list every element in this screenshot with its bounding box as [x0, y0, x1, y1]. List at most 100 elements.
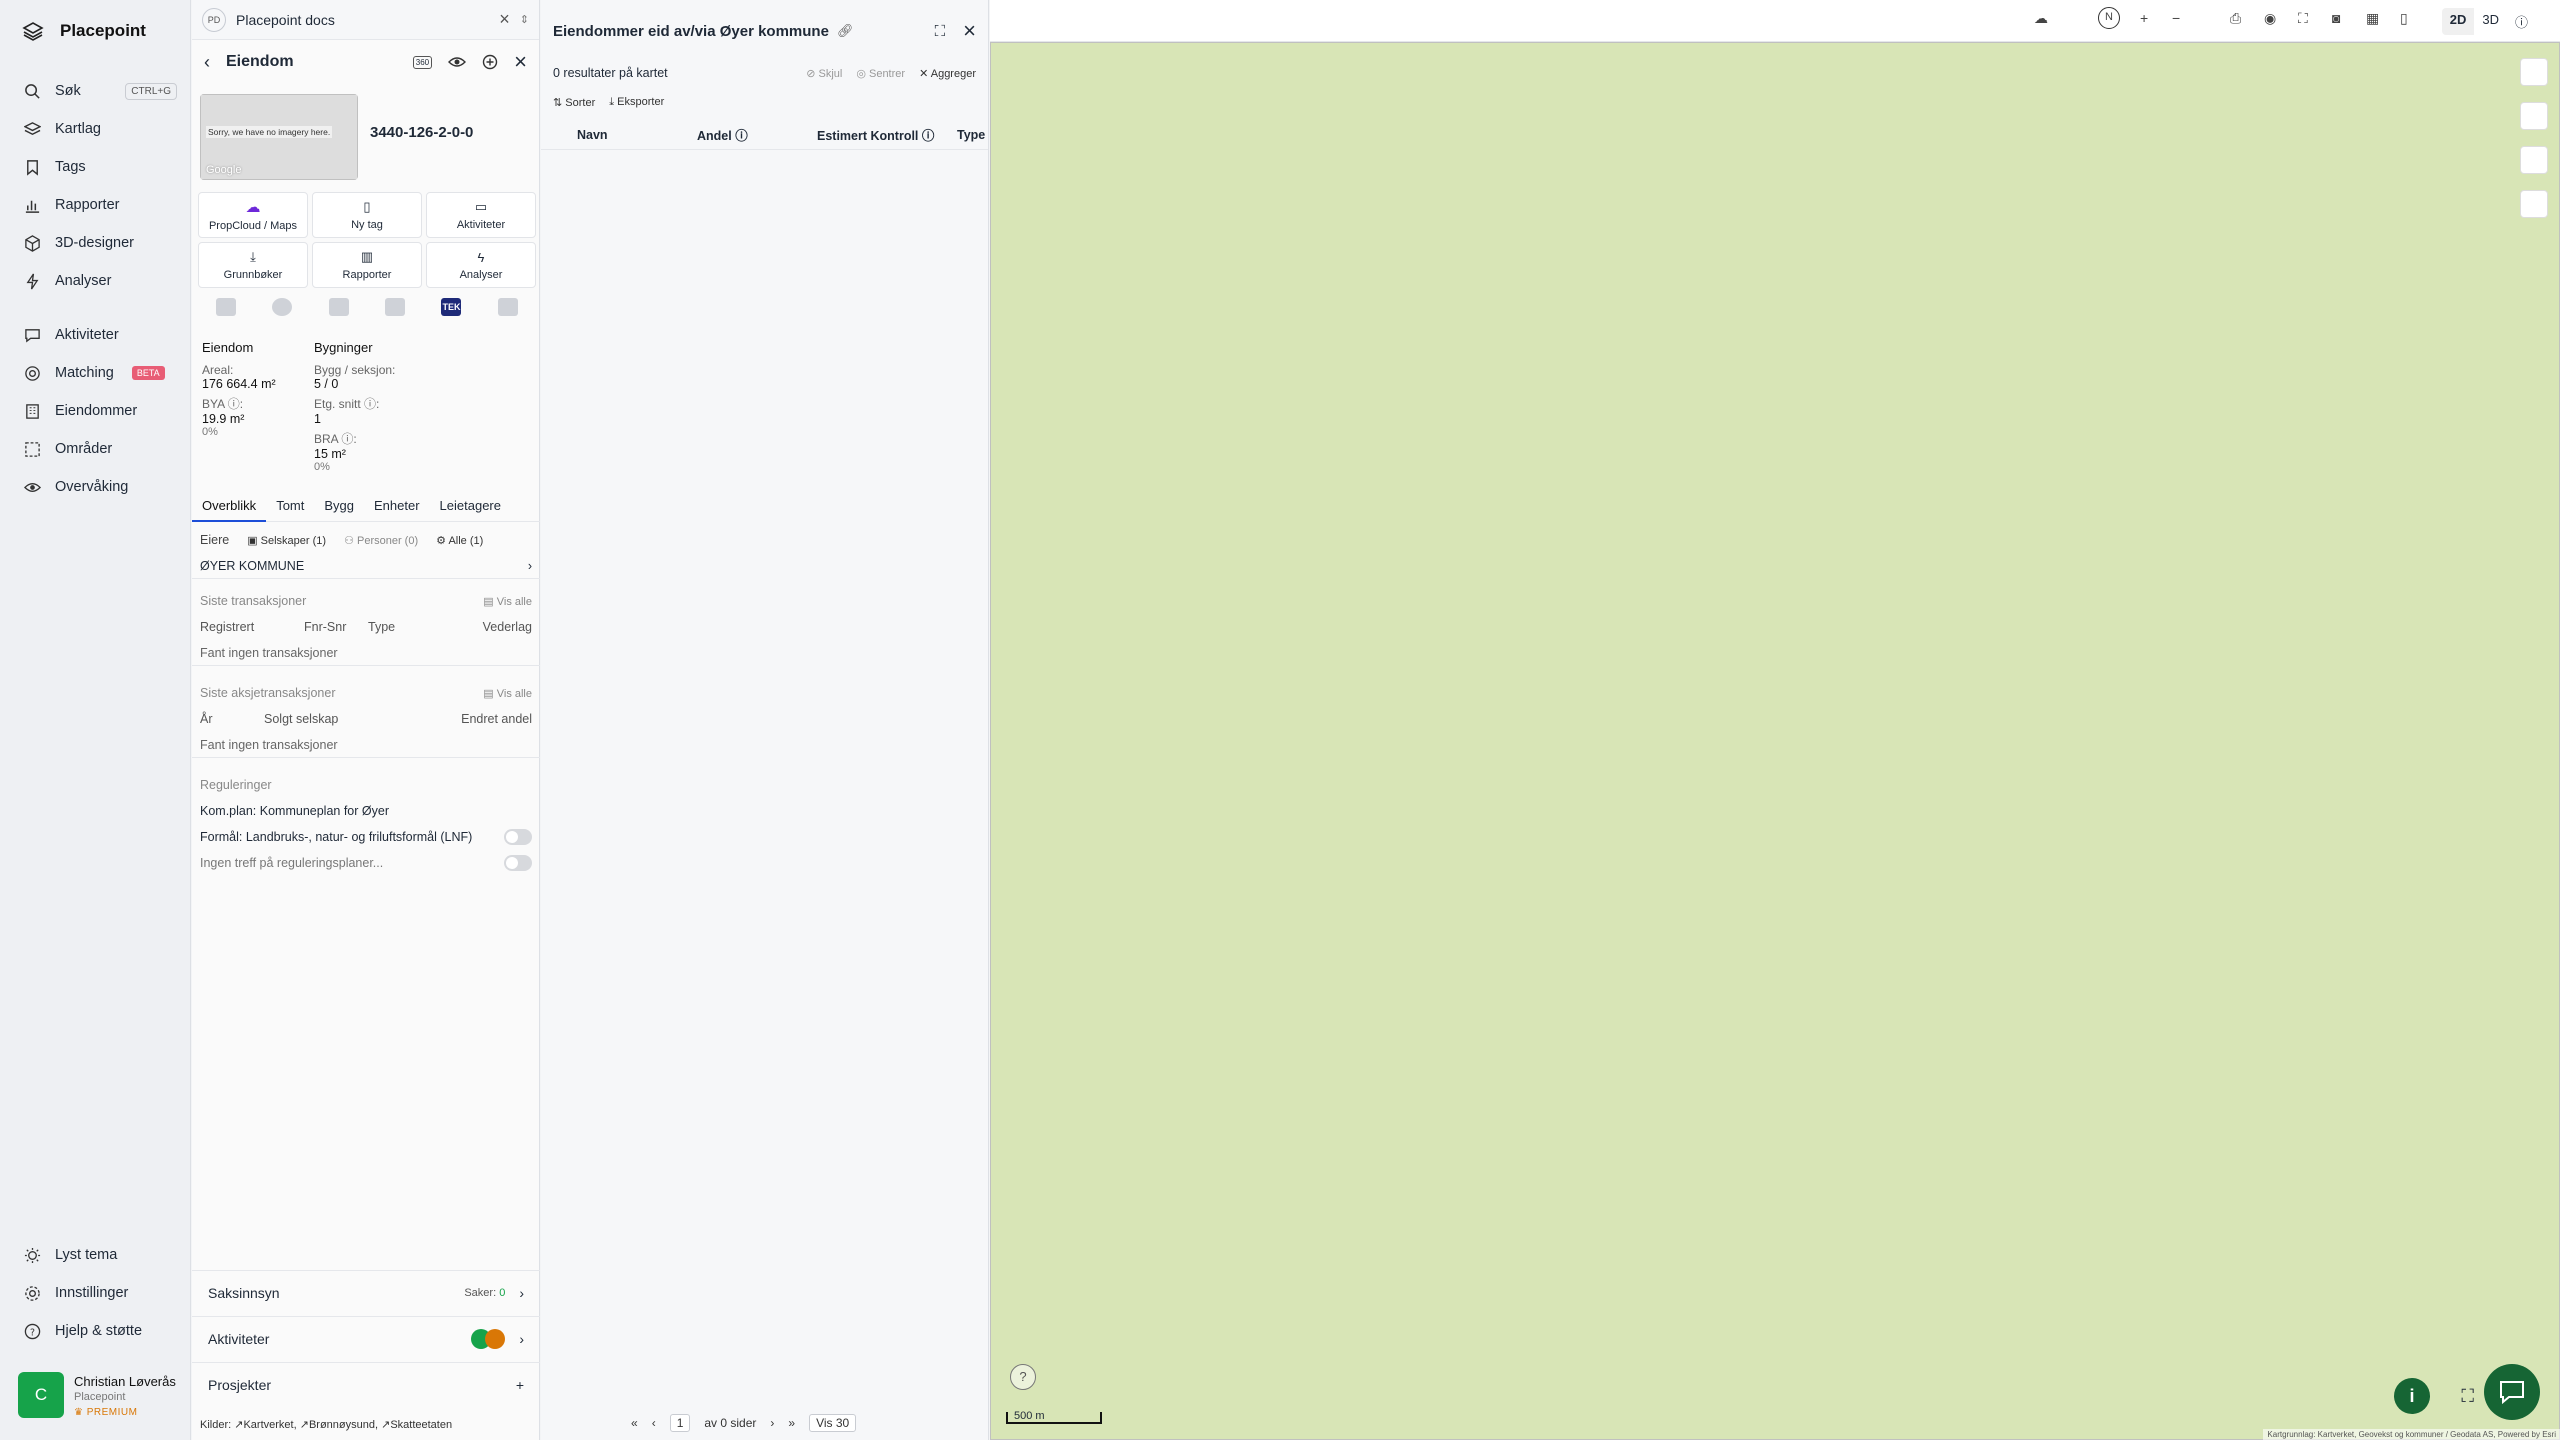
- sidebar-nav: Søk CTRL+G Kartlag Tags Rapporter 3D-des…: [0, 72, 191, 506]
- measure-icon[interactable]: [2520, 190, 2548, 218]
- filter-companies[interactable]: ▣ Selskaper (1): [247, 534, 326, 547]
- tek-icon[interactable]: TEK: [441, 298, 462, 316]
- activities-row[interactable]: Aktiviteter ›: [192, 1316, 540, 1360]
- brand[interactable]: Placepoint: [22, 20, 146, 42]
- sidebar-item-matching[interactable]: Matching BETA: [0, 354, 191, 392]
- plus-icon[interactable]: +: [516, 1377, 524, 1393]
- sidebar-item-layers[interactable]: Kartlag: [0, 110, 191, 148]
- sort-button[interactable]: ⇅ Sorter: [553, 96, 595, 109]
- close-tab-icon[interactable]: ×: [499, 9, 510, 30]
- zoom-in-icon[interactable]: +: [2140, 10, 2148, 26]
- close-icon[interactable]: ×: [963, 20, 976, 42]
- chat-button[interactable]: [2484, 1364, 2540, 1420]
- mode-3d-button[interactable]: 3D: [2474, 8, 2507, 35]
- user-profile[interactable]: C Christian Løverås Placepoint ♛ PREMIUM: [18, 1372, 176, 1418]
- camera-icon[interactable]: ◙: [2332, 10, 2340, 26]
- sidebar-item-settings[interactable]: Innstillinger: [0, 1274, 191, 1312]
- export-button[interactable]: ⤓ Eksporter: [609, 96, 664, 109]
- map-canvas[interactable]: ? 500 m i ⛶ Kartgrunnlag: Kartverket, Ge…: [990, 42, 2560, 1440]
- purpose-toggle[interactable]: [504, 829, 532, 845]
- 360-icon[interactable]: 360: [412, 55, 433, 69]
- col-estimated-control[interactable]: Estimert Kontroll ⓘ: [817, 125, 957, 144]
- close-icon[interactable]: ×: [514, 51, 527, 73]
- col-share[interactable]: Andel ⓘ: [697, 125, 817, 144]
- prev-page-icon[interactable]: ‹: [652, 1416, 656, 1430]
- help-icon[interactable]: ?: [1010, 1364, 1036, 1390]
- tab-units[interactable]: Enheter: [364, 498, 430, 522]
- sidebar-item-reports[interactable]: Rapporter: [0, 186, 191, 224]
- next-page-icon[interactable]: ›: [770, 1416, 774, 1430]
- reports-button[interactable]: ▥ Rapporter: [312, 242, 422, 288]
- propcloud-button[interactable]: ☁ PropCloud / Maps: [198, 192, 308, 238]
- page-size-select[interactable]: Vis 30: [809, 1414, 857, 1432]
- sidebar-item-tags[interactable]: Tags: [0, 148, 191, 186]
- sidebar-bottom: Lyst tema Innstillinger ? Hjelp & støtte: [0, 1236, 191, 1350]
- info-icon[interactable]: ⓘ: [2507, 8, 2536, 35]
- back-arrow-icon[interactable]: ‹: [204, 52, 210, 73]
- layer-select-icon[interactable]: [2520, 58, 2548, 86]
- sidebar-item-analyses[interactable]: Analyser: [0, 262, 191, 300]
- fullscreen-icon[interactable]: ⛶: [2298, 10, 2308, 27]
- new-tag-button[interactable]: ▯ Ny tag: [312, 192, 422, 238]
- tab-plot[interactable]: Tomt: [266, 498, 314, 522]
- topographic-map[interactable]: [990, 42, 2560, 1440]
- doc-tab[interactable]: PD Placepoint docs × ⇕: [192, 0, 539, 40]
- hide-button[interactable]: ⊘ Skjul: [806, 67, 842, 80]
- activities-button[interactable]: ▭ Aktiviteter: [426, 192, 536, 238]
- land-register-button[interactable]: ⤓ Grunnbøker: [198, 242, 308, 288]
- source-icon-4[interactable]: [385, 298, 406, 316]
- info-button[interactable]: i: [2394, 1378, 2430, 1414]
- source-link[interactable]: ↗Kartverket,: [234, 1419, 296, 1431]
- sidebar-item-help[interactable]: ? Hjelp & støtte: [0, 1312, 191, 1350]
- page-input[interactable]: 1: [669, 1414, 691, 1432]
- source-link[interactable]: ↗Brønnøysund,: [300, 1419, 378, 1431]
- source-icon-6[interactable]: [497, 298, 518, 316]
- analyses-button[interactable]: ϟ Analyser: [426, 242, 536, 288]
- link-icon[interactable]: 🔗︎: [837, 23, 854, 39]
- first-page-icon[interactable]: «: [631, 1416, 638, 1430]
- zoom-out-icon[interactable]: −: [2172, 10, 2180, 26]
- center-button[interactable]: ◎ Sentrer: [856, 67, 905, 80]
- bookmark-icon[interactable]: ▯: [2400, 10, 2408, 27]
- source-link[interactable]: ↗Skatteetaten: [381, 1419, 452, 1431]
- sidebar-item-search[interactable]: Søk CTRL+G: [0, 72, 191, 110]
- source-icon-1[interactable]: [216, 298, 237, 316]
- sidebar-item-properties[interactable]: Eiendommer: [0, 392, 191, 430]
- eye-icon[interactable]: [448, 55, 467, 69]
- view-all-link[interactable]: ▤ Vis alle: [483, 687, 532, 700]
- eye-icon[interactable]: ◉: [2264, 10, 2276, 27]
- chevron-updown-icon[interactable]: ⇕: [520, 13, 529, 26]
- filter-all[interactable]: ⚙ Alle (1): [436, 534, 483, 547]
- sidebar-item-3d-designer[interactable]: 3D-designer: [0, 224, 191, 262]
- filter-persons[interactable]: ⚇ Personer (0): [344, 534, 418, 547]
- grid-icon[interactable]: ▦: [2366, 10, 2379, 27]
- legend-icon[interactable]: [2520, 102, 2548, 130]
- compass-icon[interactable]: N: [2098, 7, 2120, 29]
- chart-icon[interactable]: [2520, 146, 2548, 174]
- sidebar-item-activities[interactable]: Aktiviteter: [0, 316, 191, 354]
- cloud-layer-icon[interactable]: ☁: [2034, 10, 2048, 27]
- col-name[interactable]: Navn: [577, 128, 697, 142]
- add-circle-icon[interactable]: [482, 54, 498, 70]
- source-icon-2[interactable]: [272, 298, 293, 316]
- projects-row[interactable]: Prosjekter +: [192, 1362, 540, 1406]
- source-icon-3[interactable]: [328, 298, 349, 316]
- print-icon[interactable]: ⎙: [2230, 10, 2241, 27]
- fullscreen-icon[interactable]: ⛶: [2461, 1386, 2474, 1407]
- case-access-row[interactable]: Saksinnsyn Saker: 0 ›: [192, 1270, 540, 1314]
- sidebar-item-monitoring[interactable]: Overvåking: [0, 468, 191, 506]
- col-type[interactable]: Type: [957, 128, 985, 142]
- view-all-link[interactable]: ▤ Vis alle: [483, 595, 532, 608]
- last-page-icon[interactable]: »: [788, 1416, 795, 1430]
- aerial-image-placeholder[interactable]: Sorry, we have no imagery here. Google: [200, 94, 358, 180]
- tab-tenants[interactable]: Leietagere: [430, 498, 511, 522]
- sidebar-item-light-theme[interactable]: Lyst tema: [0, 1236, 191, 1274]
- plans-toggle[interactable]: [504, 855, 532, 871]
- expand-icon[interactable]: ⛶: [935, 23, 946, 40]
- owner-row[interactable]: ØYER KOMMUNE ›: [192, 553, 540, 579]
- tab-building[interactable]: Bygg: [314, 498, 364, 522]
- sidebar-item-areas[interactable]: Områder: [0, 430, 191, 468]
- mode-2d-button[interactable]: 2D: [2441, 8, 2475, 35]
- aggregate-button[interactable]: ✕ Aggreger: [919, 67, 976, 80]
- tab-overview[interactable]: Overblikk: [192, 498, 267, 522]
